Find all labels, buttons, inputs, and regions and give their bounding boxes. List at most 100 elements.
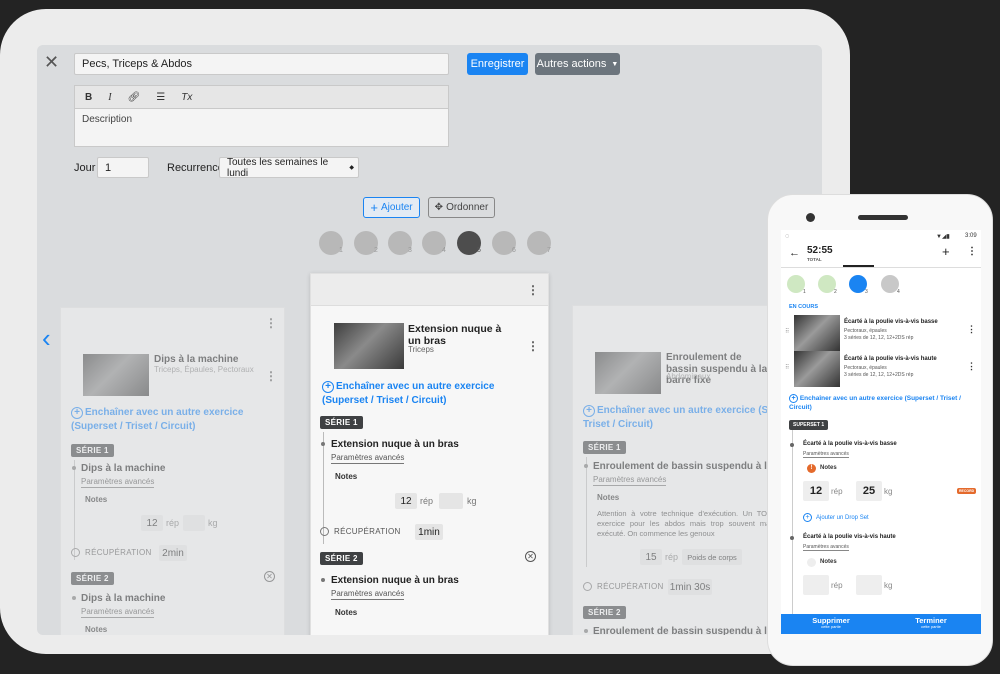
kg-input[interactable] [183, 515, 205, 531]
plus-circle-icon: + [789, 394, 798, 403]
step-number: 3 [865, 289, 868, 295]
chain-exercise-link[interactable]: + Enchaîner avec un autre exercice (Super… [71, 406, 271, 433]
chain-label: Enchaîner avec un autre exercice (Supers… [789, 395, 961, 412]
plus-circle-icon: + [583, 405, 595, 417]
list-icon[interactable]: ☰ [156, 92, 165, 103]
set-exercise-name: Dips à la machine [81, 463, 166, 474]
reps-unit: rép [831, 487, 843, 496]
advanced-params-link[interactable]: Paramètres avancés [593, 475, 667, 486]
add-label: Ajouter [380, 202, 413, 213]
advanced-params-link[interactable]: Paramètres avancés [331, 589, 405, 600]
phone-screen: ◌ ▼◢▮ 3:09 ← 52:55 TOTAL + ⋮ 1 2 3 4 EN … [781, 230, 981, 634]
tablet-screen: ✕ Pecs, Triceps & Abdos Enregistrer Autr… [37, 45, 822, 635]
close-icon[interactable]: ✕ [44, 53, 59, 71]
exercise-steps: 1 2 3 4 5 6 7 [317, 229, 557, 259]
recovery-input[interactable]: 2min [159, 545, 187, 561]
reorder-button[interactable]: ✥ Ordonner [428, 197, 495, 218]
more-actions-button[interactable]: Autres actions ▼ [535, 53, 620, 75]
advanced-params-link[interactable]: Paramètres avancés [803, 451, 849, 458]
recovery-input[interactable]: 1min 30s [668, 579, 712, 595]
step-number: 2 [834, 289, 837, 295]
workout-title-input[interactable]: Pecs, Triceps & Abdos [74, 53, 449, 75]
kg-input[interactable] [856, 575, 882, 595]
advanced-params-link[interactable]: Paramètres avancés [81, 477, 155, 488]
reps-input[interactable]: 15 [640, 549, 662, 565]
reps-input[interactable]: 12 [803, 481, 829, 501]
exercise-details: Pectoraux, épaules 3 séries de 12, 12, 12… [844, 328, 913, 342]
recovery-row: RÉCUPÉRATION [583, 582, 664, 591]
advanced-params-link[interactable]: Paramètres avancés [803, 544, 849, 551]
italic-button[interactable]: I [108, 92, 111, 103]
save-button[interactable]: Enregistrer [467, 53, 528, 75]
chain-exercise-link[interactable]: + Enchaîner avec un autre exercice (Super… [322, 380, 537, 407]
kg-input[interactable] [439, 493, 463, 509]
timeline-line [586, 457, 587, 567]
description-textarea[interactable]: Description [74, 109, 449, 147]
chevron-left-icon[interactable]: ‹ [42, 325, 51, 351]
exercise-name: Extension nuque à un bras [408, 323, 502, 348]
recovery-label: RÉCUPÉRATION [597, 582, 664, 591]
exercise-menu-icon[interactable]: ⋮ [967, 361, 976, 372]
recovery-row: RÉCUPÉRATION [71, 548, 152, 557]
advanced-params-link[interactable]: Paramètres avancés [81, 607, 155, 618]
exercise-muscles: Pectoraux, épaules [844, 365, 887, 371]
exercise-card-center: ⋮ Extension nuque à un bras Triceps ⋮ + E… [310, 273, 549, 635]
step-number: 2 [374, 247, 378, 254]
set-exercise-name: Extension nuque à un bras [331, 439, 459, 450]
add-icon[interactable]: + [942, 244, 950, 259]
reps-unit: rép [665, 552, 679, 562]
kg-unit: kg [467, 496, 477, 506]
notes-label: Notes [85, 495, 108, 504]
exercise-thumbnail [334, 323, 404, 369]
day-label: Jour [74, 162, 96, 174]
exercise-muscles: Abdominaux [666, 372, 711, 381]
kg-unit: kg [208, 518, 218, 528]
drag-handle-icon[interactable]: ⠿ [785, 328, 789, 335]
timeline-line [74, 460, 75, 560]
recurrence-value: Toutes les semaines le lundi [227, 156, 329, 179]
chain-exercise-link[interactable]: + Enchaîner avec un autre exercice (Supe… [789, 394, 974, 412]
drag-handle-icon[interactable]: ⠿ [785, 364, 789, 371]
recurrence-select[interactable]: Toutes les semaines le lundi ◆ [219, 156, 359, 179]
drop-set-link[interactable]: + Ajouter un Drop Set [803, 513, 869, 522]
reps-unit: rép [831, 581, 843, 590]
step-number: 7 [547, 247, 551, 254]
remove-set-icon[interactable]: ✕ [525, 551, 536, 562]
reps-input[interactable]: 12 [141, 515, 163, 531]
card-menu-icon[interactable]: ⋮ [527, 284, 539, 296]
back-arrow-icon[interactable]: ← [789, 247, 800, 259]
notes-label: Notes [597, 493, 620, 502]
clear-format-button[interactable]: Tx [181, 92, 192, 103]
plus-circle-icon: + [71, 407, 83, 419]
timeline-dot [321, 578, 325, 582]
status-time: 3:09 [965, 233, 977, 239]
recovery-input[interactable]: 1min [415, 524, 443, 540]
card-menu-icon[interactable]: ⋮ [265, 317, 277, 329]
bold-button[interactable]: B [85, 92, 92, 103]
remove-set-icon[interactable]: ✕ [264, 571, 275, 582]
recovery-row: RÉCUPÉRATION [320, 527, 401, 536]
timeline-dot [72, 466, 76, 470]
reps-input[interactable] [803, 575, 829, 595]
kg-input[interactable]: 25 [856, 481, 882, 501]
notes-label: Notes [85, 625, 108, 634]
serie-badge: SÉRIE 1 [583, 441, 626, 454]
reps-unit: rép [420, 496, 434, 506]
advanced-params-link[interactable]: Paramètres avancés [331, 453, 405, 464]
timeline-dot [584, 464, 588, 468]
reps-input[interactable]: 12 [395, 493, 417, 509]
delete-button[interactable]: Supprimer cette partie [781, 614, 881, 634]
add-button[interactable]: + Ajouter [363, 197, 420, 218]
exercise-card-left: ⋮ Dips à la machine Triceps, Épaules, Pe… [60, 307, 285, 635]
tablet-frame: ✕ Pecs, Triceps & Abdos Enregistrer Autr… [0, 9, 850, 654]
exercise-menu-icon[interactable]: ⋮ [967, 324, 976, 335]
step-number: 4 [442, 247, 446, 254]
exercise-menu-icon[interactable]: ⋮ [265, 370, 277, 382]
finish-button[interactable]: Terminer cette partie [881, 614, 981, 634]
exercise-menu-icon[interactable]: ⋮ [527, 340, 539, 352]
more-vert-icon[interactable]: ⋮ [967, 246, 977, 257]
exercise-muscles: Triceps [408, 345, 434, 354]
day-input[interactable]: 1 [97, 157, 149, 178]
link-icon[interactable]: 🔗︎ [128, 92, 141, 103]
timeline-dot [790, 443, 794, 447]
